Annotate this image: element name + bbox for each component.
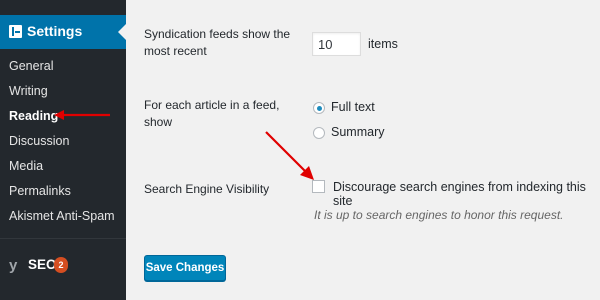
syndication-feeds-label: Syndication feeds show the most recent (144, 26, 290, 60)
annotation-arrow-search-visibility (265, 131, 314, 180)
syndication-feeds-label-line2: most recent (144, 44, 207, 58)
full-text-radio[interactable] (313, 102, 325, 114)
settings-icon (9, 25, 22, 38)
active-menu-notch (118, 24, 126, 40)
search-engine-visibility-label: Search Engine Visibility (144, 182, 270, 196)
sidebar-item-discussion[interactable]: Discussion (9, 134, 69, 148)
sidebar-item-reading[interactable]: Reading (9, 109, 58, 123)
sidebar-item-media[interactable]: Media (9, 159, 43, 173)
feed-article-label-line2: show (144, 115, 173, 129)
full-text-label[interactable]: Full text (331, 100, 375, 114)
yoast-icon: y (9, 257, 18, 274)
feed-article-label-line1: For each article in a feed, (144, 98, 280, 112)
syndication-feeds-label-line1: Syndication feeds show the (144, 27, 291, 41)
sidebar-item-akismet[interactable]: Akismet Anti-Spam (9, 209, 115, 223)
sidebar-menu-seo-label: SEO (28, 257, 57, 272)
syndication-items-suffix: items (368, 37, 398, 51)
search-visibility-description: It is up to search engines to honor this… (314, 208, 564, 222)
seo-notification-badge: 2 (54, 257, 68, 273)
sidebar-menu-settings-label: Settings (27, 23, 83, 39)
sidebar-item-general[interactable]: General (9, 59, 53, 73)
sidebar-menu-seo[interactable]: y SEO 2 (0, 246, 126, 286)
annotation-arrow-reading (54, 110, 110, 120)
sidebar-item-writing[interactable]: Writing (9, 84, 48, 98)
sidebar-divider (0, 238, 126, 239)
feed-article-label: For each article in a feed, show (144, 97, 279, 131)
sidebar-menu-settings[interactable]: Settings (0, 15, 126, 49)
summary-label[interactable]: Summary (331, 125, 384, 139)
syndication-items-input[interactable] (312, 32, 361, 56)
discourage-search-engines-label[interactable]: Discourage search engines from indexing … (333, 180, 600, 208)
admin-sidebar: Settings General Writing Reading Discuss… (0, 0, 126, 300)
sidebar-item-permalinks[interactable]: Permalinks (9, 184, 71, 198)
save-changes-button[interactable]: Save Changes (144, 255, 226, 281)
